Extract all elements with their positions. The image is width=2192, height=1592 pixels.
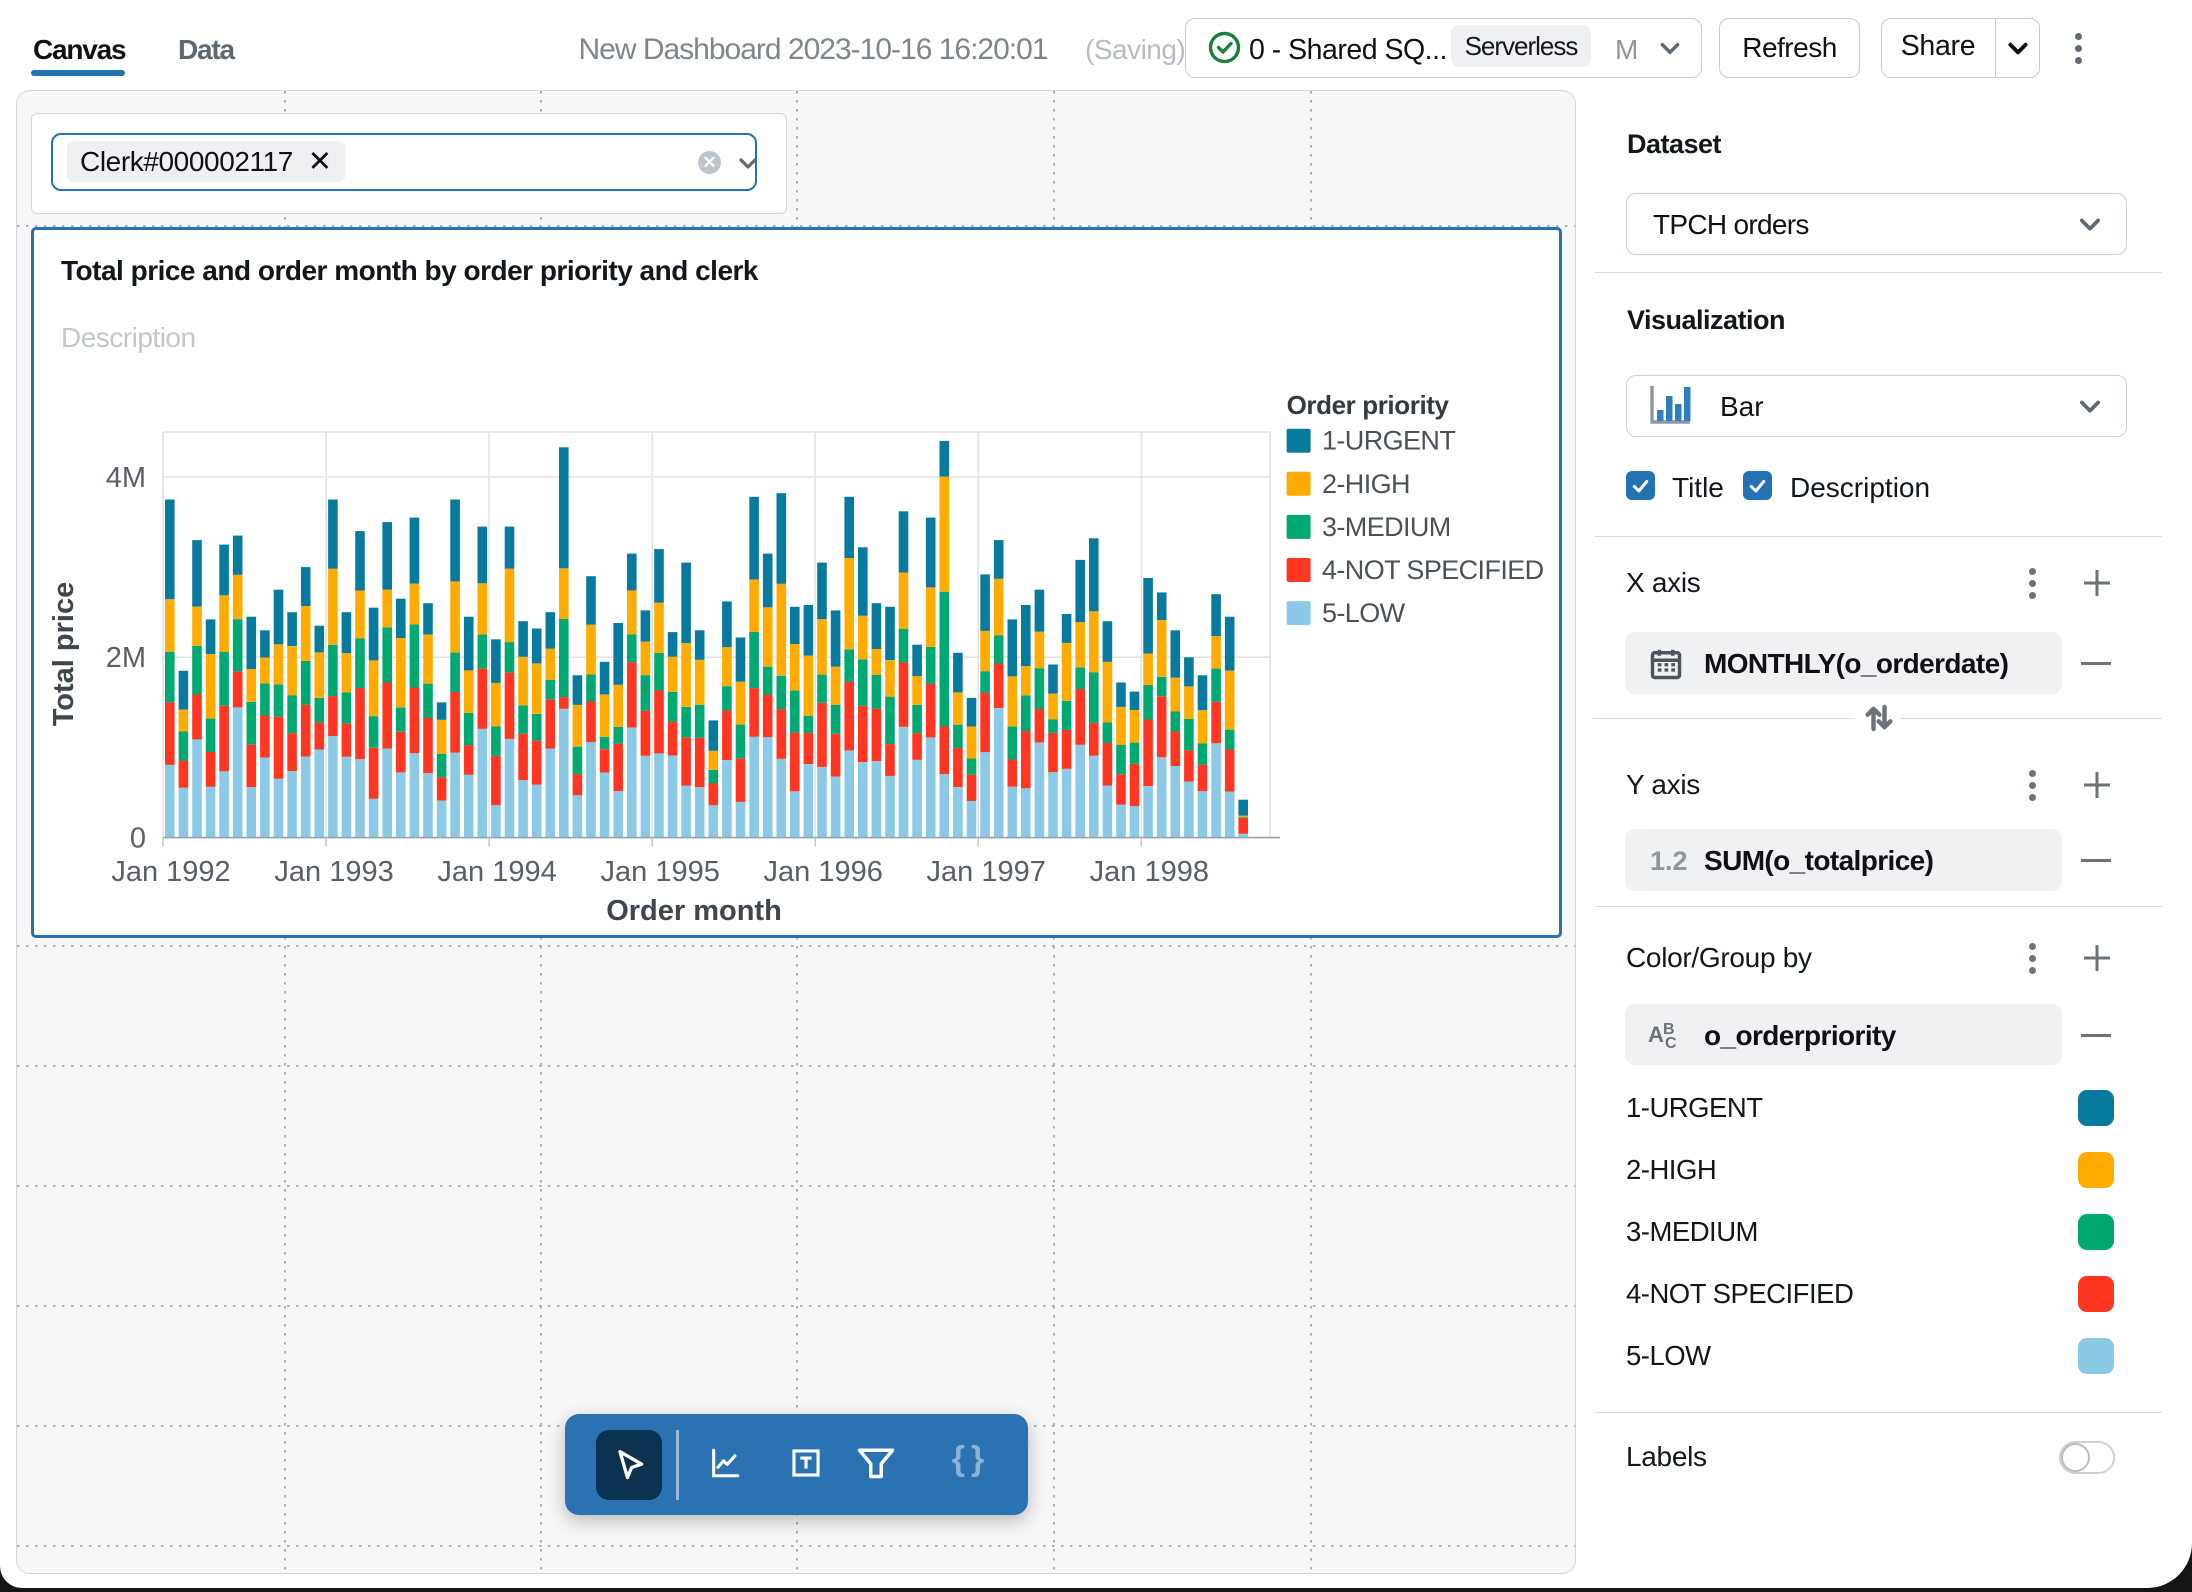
svg-text:Jan 1997: Jan 1997	[927, 856, 1046, 888]
svg-text:Jan 1995: Jan 1995	[601, 856, 720, 888]
svg-text:A: A	[1648, 1022, 1664, 1047]
svg-text:2-HIGH: 2-HIGH	[1322, 469, 1410, 499]
svg-text:Order priority: Order priority	[1287, 390, 1450, 420]
svg-text:Order month: Order month	[606, 895, 782, 927]
svg-text:C: C	[1665, 1035, 1677, 1052]
svg-text:5-LOW: 5-LOW	[1322, 598, 1406, 628]
svg-text:Jan 1993: Jan 1993	[274, 856, 393, 888]
svg-text:Jan 1998: Jan 1998	[1090, 856, 1209, 888]
svg-text:Jan 1992: Jan 1992	[111, 856, 230, 888]
svg-text:Jan 1994: Jan 1994	[437, 856, 556, 888]
svg-text:0: 0	[130, 823, 146, 855]
svg-text:2M: 2M	[106, 642, 146, 674]
svg-text:Total price: Total price	[48, 582, 80, 727]
svg-text:4-NOT SPECIFIED: 4-NOT SPECIFIED	[1322, 555, 1544, 585]
svg-text:Jan 1996: Jan 1996	[764, 856, 883, 888]
svg-text:1-URGENT: 1-URGENT	[1322, 426, 1455, 456]
svg-text:3-MEDIUM: 3-MEDIUM	[1322, 512, 1451, 542]
svg-text:4M: 4M	[106, 462, 146, 494]
